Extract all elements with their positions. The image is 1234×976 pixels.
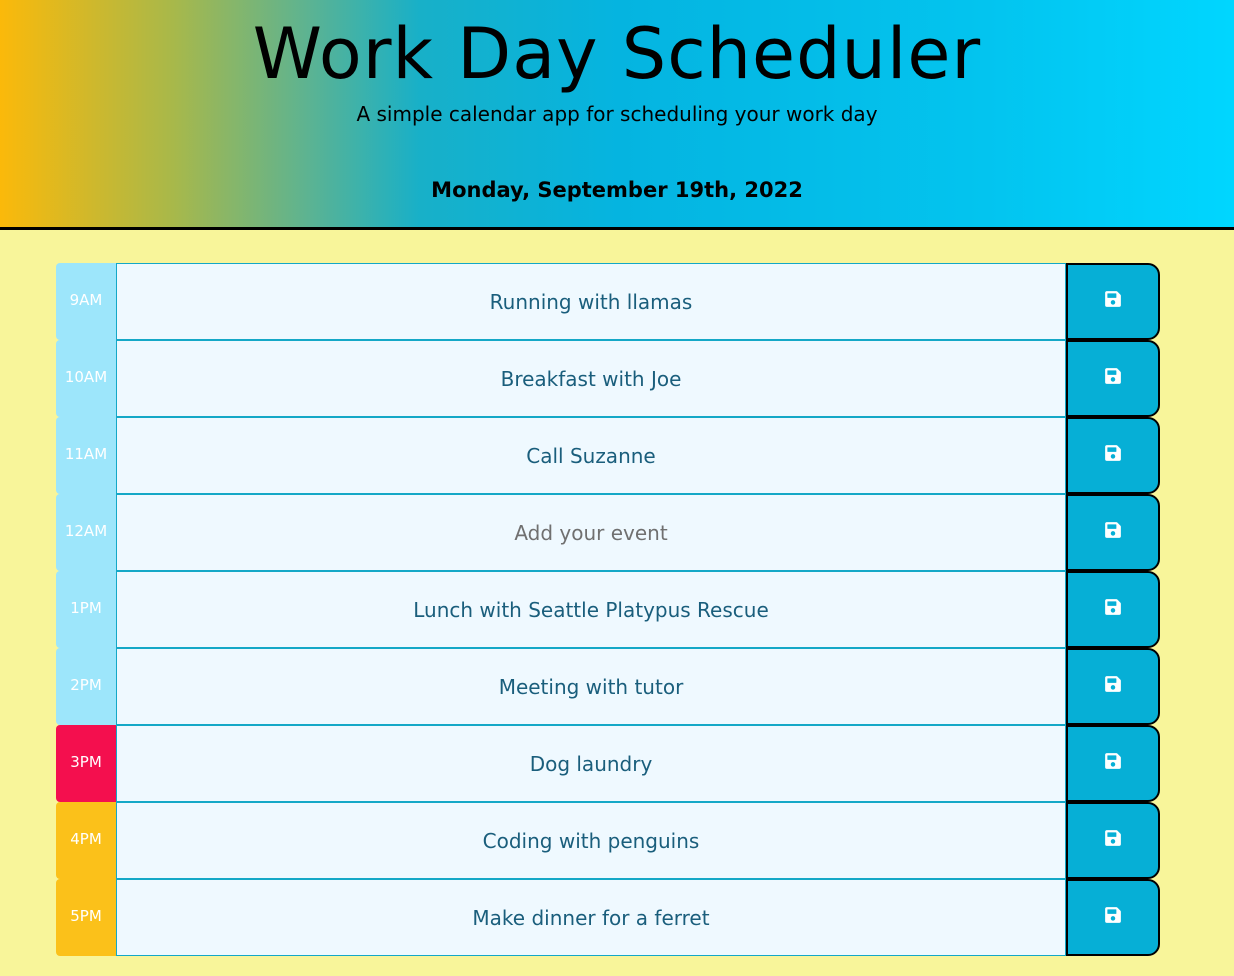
current-date: Monday, September 19th, 2022 (431, 178, 803, 202)
time-block-row: 5PM Make dinner for a ferret (56, 879, 1160, 956)
save-icon (1104, 444, 1122, 466)
save-button[interactable] (1066, 263, 1160, 340)
save-button[interactable] (1066, 725, 1160, 802)
page-header: Work Day Scheduler A simple calendar app… (0, 0, 1234, 230)
event-textarea[interactable]: Add your event (116, 494, 1066, 571)
save-icon (1104, 675, 1122, 697)
save-button[interactable] (1066, 571, 1160, 648)
hour-label: 9AM (56, 263, 116, 340)
hour-label: 5PM (56, 879, 116, 956)
event-textarea[interactable]: Make dinner for a ferret (116, 879, 1066, 956)
save-button[interactable] (1066, 417, 1160, 494)
event-textarea[interactable]: Meeting with tutor (116, 648, 1066, 725)
time-block-row: 9AM Running with llamas (56, 263, 1160, 340)
hour-label: 3PM (56, 725, 116, 802)
hour-label: 12AM (56, 494, 116, 571)
schedule-list: 9AM Running with llamas 10AM Breakfast with… (56, 263, 1160, 956)
event-textarea[interactable]: Call Suzanne (116, 417, 1066, 494)
event-textarea[interactable]: Breakfast with Joe (116, 340, 1066, 417)
time-block-row: 3PM Dog laundry (56, 725, 1160, 802)
hour-label: 10AM (56, 340, 116, 417)
save-button[interactable] (1066, 879, 1160, 956)
save-icon (1104, 829, 1122, 851)
event-textarea[interactable]: Lunch with Seattle Platypus Rescue (116, 571, 1066, 648)
save-button[interactable] (1066, 494, 1160, 571)
save-icon (1104, 752, 1122, 774)
time-block-row: 2PM Meeting with tutor (56, 648, 1160, 725)
event-textarea[interactable]: Coding with penguins (116, 802, 1066, 879)
hour-label: 4PM (56, 802, 116, 879)
save-icon (1104, 367, 1122, 389)
time-block-row: 11AM Call Suzanne (56, 417, 1160, 494)
event-textarea[interactable]: Running with llamas (116, 263, 1066, 340)
time-block-row: 12AM Add your event (56, 494, 1160, 571)
time-block-row: 1PM Lunch with Seattle Platypus Rescue (56, 571, 1160, 648)
page-subtitle: A simple calendar app for scheduling you… (356, 102, 878, 126)
hour-label: 11AM (56, 417, 116, 494)
save-button[interactable] (1066, 340, 1160, 417)
save-icon (1104, 290, 1122, 312)
save-button[interactable] (1066, 648, 1160, 725)
hour-label: 2PM (56, 648, 116, 725)
save-icon (1104, 521, 1122, 543)
save-icon (1104, 598, 1122, 620)
page-title: Work Day Scheduler (252, 13, 982, 95)
save-button[interactable] (1066, 802, 1160, 879)
time-block-row: 4PM Coding with penguins (56, 802, 1160, 879)
event-textarea[interactable]: Dog laundry (116, 725, 1066, 802)
time-block-row: 10AM Breakfast with Joe (56, 340, 1160, 417)
hour-label: 1PM (56, 571, 116, 648)
save-icon (1104, 906, 1122, 928)
